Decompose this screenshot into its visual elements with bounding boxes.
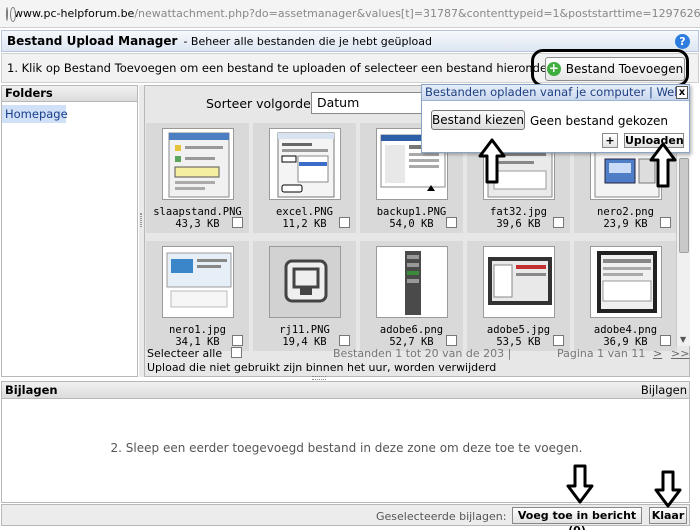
sort-label: Sorteer volgorde: [206,96,315,111]
arrow-down-icon [654,470,682,508]
file-checkbox[interactable] [446,335,457,346]
folders-heading: Folders [2,86,137,102]
file-thumbnail [269,128,341,200]
url-path: /newattachment.php?do=assetmanager&value… [134,7,700,20]
insert-in-post-button[interactable]: Voeg toe in bericht (0) [512,507,642,530]
file-tile[interactable]: adobe5.jpg 53,5 KB [467,241,570,351]
globe-icon [6,6,16,22]
file-thumbnail [376,246,448,318]
file-tile[interactable]: adobe4.png 36,9 KB [574,241,677,351]
done-button[interactable]: Klaar [649,507,687,524]
select-all-checkbox[interactable] [231,347,242,358]
attachments-title-right: Bijlagen [640,383,687,397]
add-file-label: Bestand Toevoegen [565,62,684,76]
scrollbar-thumb[interactable] [679,158,689,253]
add-file-button[interactable]: + Bestand Toevoegen [545,57,685,81]
arrow-down-icon [566,464,594,504]
sort-select[interactable]: Datum [311,92,433,114]
add-field-button[interactable]: + [602,133,618,148]
address-bar[interactable]: www.pc-helpforum.be/newattachment.php?do… [0,0,700,28]
page-indicator: Pagina 1 van 11 [557,347,646,360]
folders-panel: Folders Homepage [1,85,138,377]
next-page-link[interactable]: > [653,347,662,360]
file-thumbnail [269,246,341,318]
file-checkbox[interactable] [339,217,350,228]
close-icon[interactable]: x [676,86,688,99]
file-tile[interactable]: slaapstand.PNG 43,3 KB [146,123,249,233]
choose-file-button[interactable]: Bestand kiezen [431,110,525,130]
page-title: Bestand Upload Manager [7,34,178,48]
horizontal-splitter[interactable] [312,376,326,380]
attachments-heading: Bijlagen Bijlagen [1,381,690,399]
scroll-down-icon[interactable]: ▼ [680,335,686,344]
file-thumbnail [590,246,662,318]
file-thumbnail [483,246,555,318]
last-page-link[interactable]: >> [671,347,689,360]
selected-attachments-label: Geselecteerde bijlagen: [376,510,507,523]
file-tile[interactable]: rj11.PNG 19,4 KB [253,241,356,351]
arrow-up-icon [478,138,506,184]
upload-notice: Upload die niet gebruikt zijn binnen het… [147,361,497,374]
file-checkbox[interactable] [232,335,243,346]
popup-title: Bestanden opladen vanaf je computer | We… [422,85,689,101]
dropzone-text: 2. Sleep een eerder toegevoegd bestand i… [110,441,583,455]
page-subtitle: - Beheer alle bestanden die je hebt geüp… [183,34,432,48]
attachments-footer: Geselecteerde bijlagen: Voeg toe in beri… [1,504,690,530]
url-host: www.pc-helpforum.be [14,7,135,20]
file-checkbox[interactable] [553,217,564,228]
file-checkbox[interactable] [660,335,671,346]
folder-item-homepage[interactable]: Homepage [2,105,68,123]
file-grid: slaapstand.PNG 43,3 KB excel.PNG 11,2 KB… [146,123,677,351]
add-icon: + [546,61,561,76]
file-tile[interactable]: adobe6.png 52,7 KB [360,241,463,351]
file-thumbnail [162,246,234,318]
file-checkbox[interactable] [553,335,564,346]
no-file-label: Geen bestand gekozen [530,114,668,128]
file-thumbnail [162,128,234,200]
pager-bar: Selecteer alle Bestanden 1 tot 20 van de… [145,346,691,361]
step1-text: 1. Klik op Bestand Toevoegen om een best… [7,61,552,75]
attachments-title: Bijlagen [5,383,58,397]
file-tile[interactable]: excel.PNG 11,2 KB [253,123,356,233]
file-checkbox[interactable] [232,217,243,228]
file-checkbox[interactable] [339,335,350,346]
grid-scrollbar[interactable]: ▲ ▼ [676,122,690,346]
file-count: Bestanden 1 tot 20 van de 203 | [333,347,512,360]
file-checkbox[interactable] [660,217,671,228]
arrow-up-icon [649,142,677,188]
select-all-label: Selecteer alle [147,347,223,360]
help-icon[interactable]: ? [675,34,690,49]
file-checkbox[interactable] [446,217,457,228]
file-tile[interactable]: nero1.jpg 34,1 KB [146,241,249,351]
